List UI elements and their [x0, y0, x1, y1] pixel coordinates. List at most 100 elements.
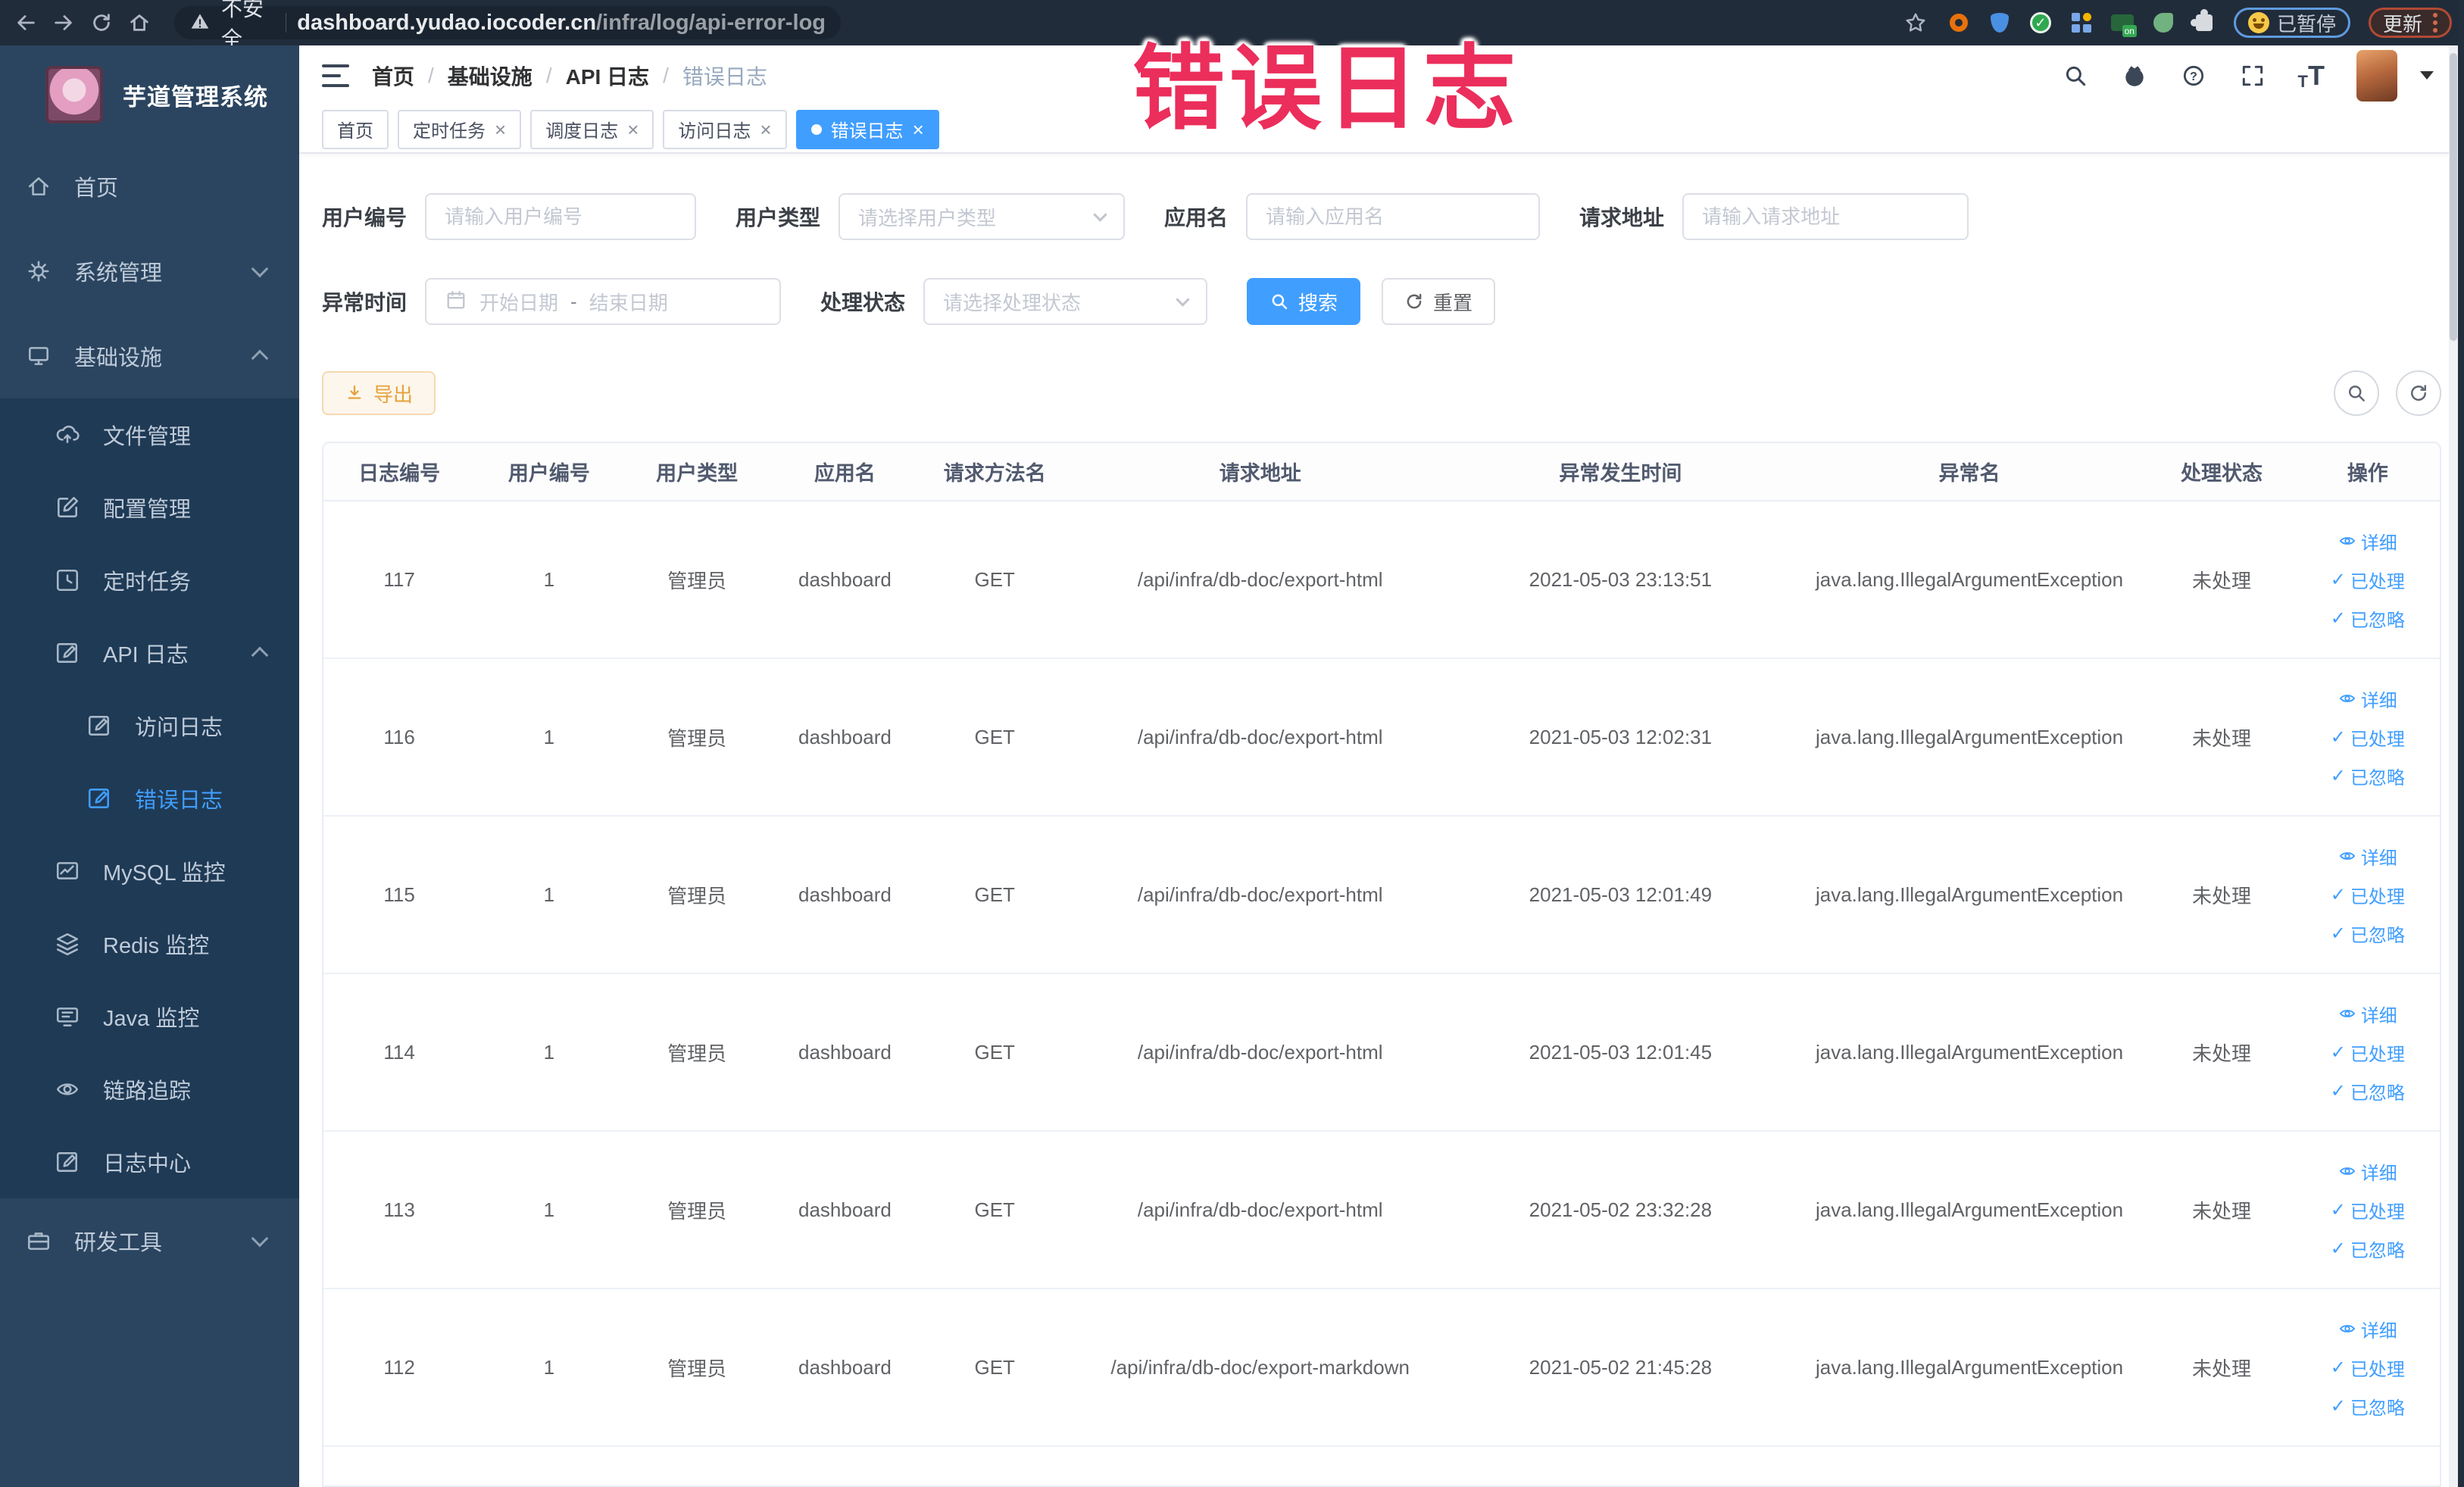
page-scrollbar[interactable] [2449, 45, 2458, 1487]
tab-access-log[interactable]: 访问日志 × [663, 109, 787, 149]
mark-processed-link[interactable]: ✓ 已处理 [2331, 567, 2405, 593]
update-button[interactable]: 更新 [2368, 8, 2452, 38]
user-avatar[interactable] [2356, 49, 2397, 102]
fullscreen-icon[interactable] [2239, 62, 2266, 89]
cell-user-id: 1 [475, 501, 623, 660]
mark-ignored-link[interactable]: ✓ 已忽略 [2331, 1393, 2405, 1420]
table-row[interactable]: 112 1 管理员 dashboard GET /api/infra/db-do… [323, 1289, 2440, 1448]
sidebar-item-job[interactable]: 定时任务 [0, 544, 299, 617]
detail-link[interactable]: 详细 [2338, 1316, 2397, 1342]
close-icon[interactable]: × [913, 120, 924, 139]
cell-app-name: dashboard [770, 973, 920, 1132]
caret-down-icon[interactable] [2420, 71, 2434, 80]
mark-ignored-link[interactable]: ✓ 已忽略 [2331, 763, 2405, 789]
sidebar-item-infra[interactable]: 基础设施 [0, 314, 299, 398]
detail-link[interactable]: 详细 [2338, 686, 2397, 712]
sidebar-item-trace[interactable]: 链路追踪 [0, 1053, 299, 1126]
refresh-button[interactable] [2396, 370, 2441, 417]
extension-green-check-icon[interactable]: ✓ [2029, 11, 2052, 34]
sidebar-item-home[interactable]: 首页 [0, 144, 299, 229]
request-url-input[interactable] [1702, 205, 1950, 229]
sidebar-item-java[interactable]: Java 监控 [0, 980, 299, 1053]
help-icon[interactable]: ? [2180, 62, 2207, 89]
extension-shield-icon[interactable] [1988, 11, 2011, 34]
logo-row[interactable]: 芋道管理系统 [0, 45, 299, 144]
extension-grid-icon[interactable] [2070, 11, 2093, 34]
detail-link[interactable]: 详细 [2338, 1001, 2397, 1027]
font-size-icon[interactable]: TT [2298, 60, 2325, 92]
forward-icon[interactable] [50, 9, 77, 36]
sidebar-item-apilog[interactable]: API 日志 [0, 617, 299, 689]
mark-ignored-link[interactable]: ✓ 已忽略 [2331, 605, 2405, 632]
github-icon[interactable] [2121, 62, 2148, 89]
close-icon[interactable]: × [760, 120, 771, 139]
tab-job[interactable]: 定时任务 × [398, 109, 522, 149]
sidebar-item-mysql[interactable]: MySQL 监控 [0, 835, 299, 908]
table-row[interactable]: 114 1 管理员 dashboard GET /api/infra/db-do… [323, 973, 2440, 1132]
toggle-search-button[interactable] [2334, 370, 2379, 417]
sidebar-item-system[interactable]: 系统管理 [0, 229, 299, 314]
eye-icon [55, 1076, 80, 1102]
collapse-sidebar-icon[interactable] [322, 64, 349, 87]
extension-orange-icon[interactable] [1947, 11, 1970, 34]
sidebar-item-accesslog[interactable]: 访问日志 [0, 689, 299, 762]
user-type-select[interactable]: 请选择用户类型 [839, 193, 1126, 241]
detail-link[interactable]: 详细 [2338, 1158, 2397, 1185]
mark-processed-link[interactable]: ✓ 已处理 [2331, 882, 2405, 908]
browser-menu-icon[interactable] [2433, 13, 2437, 33]
tab-home[interactable]: 首页 [322, 109, 389, 149]
table-row[interactable]: 115 1 管理员 dashboard GET /api/infra/db-do… [323, 816, 2440, 975]
cell-user-type: 管理员 [623, 1131, 771, 1290]
mark-processed-link[interactable]: ✓ 已处理 [2331, 1039, 2405, 1066]
url-text[interactable]: dashboard.yudao.iocoder.cn/infra/log/api… [297, 11, 826, 36]
chevron-down-icon [1093, 208, 1107, 222]
extension-leaf-icon[interactable] [2152, 11, 2175, 34]
extension-switch-on-icon[interactable] [2110, 11, 2137, 37]
mark-ignored-link[interactable]: ✓ 已忽略 [2331, 1078, 2405, 1104]
sidebar-item-errorlog[interactable]: 错误日志 [0, 762, 299, 835]
scrollbar-thumb[interactable] [2450, 53, 2457, 341]
mark-ignored-link[interactable]: ✓ 已忽略 [2331, 920, 2405, 947]
bookmark-star-icon[interactable] [1902, 9, 1929, 36]
cell-time: 2021-05-03 12:01:45 [1450, 973, 1791, 1132]
sidebar-item-config[interactable]: 配置管理 [0, 471, 299, 544]
mark-ignored-link[interactable]: ✓ 已忽略 [2331, 1236, 2405, 1262]
col-actions: 操作 [2295, 443, 2440, 502]
close-icon[interactable]: × [495, 120, 506, 139]
sidebar-item-redis[interactable]: Redis 监控 [0, 908, 299, 980]
app-name-input[interactable] [1266, 205, 1521, 229]
date-range-picker[interactable]: 开始日期 - 结束日期 [425, 278, 782, 326]
mark-processed-link[interactable]: ✓ 已处理 [2331, 1197, 2405, 1223]
sidebar-item-file[interactable]: 文件管理 [0, 398, 299, 471]
table-row[interactable]: 113 1 管理员 dashboard GET /api/infra/db-do… [323, 1131, 2440, 1290]
address-bar[interactable]: 不安全 dashboard.yudao.iocoder.cn/infra/log… [174, 0, 841, 51]
breadcrumb-home[interactable]: 首页 [372, 61, 414, 91]
cell-method: GET [919, 1131, 1071, 1290]
breadcrumb-apilog[interactable]: API 日志 [566, 61, 649, 91]
reload-icon[interactable] [88, 9, 115, 36]
tab-job-log[interactable]: 调度日志 × [530, 109, 654, 149]
cell-log-id: 114 [323, 973, 476, 1132]
back-icon[interactable] [12, 9, 39, 36]
table-row[interactable]: 117 1 管理员 dashboard GET /api/infra/db-do… [323, 501, 2440, 660]
edit-square-icon [55, 1149, 80, 1175]
extensions-puzzle-icon[interactable] [2190, 9, 2216, 34]
mark-processed-link[interactable]: ✓ 已处理 [2331, 1354, 2405, 1381]
paused-badge[interactable]: 已暂停 [2233, 8, 2350, 38]
search-button[interactable]: 搜索 [1247, 278, 1361, 326]
reset-button[interactable]: 重置 [1382, 278, 1496, 326]
close-icon[interactable]: × [627, 120, 639, 139]
table-row[interactable]: 116 1 管理员 dashboard GET /api/infra/db-do… [323, 658, 2440, 817]
search-icon[interactable] [2062, 62, 2089, 89]
breadcrumb-infra[interactable]: 基础设施 [448, 61, 532, 91]
detail-link[interactable]: 详细 [2338, 843, 2397, 870]
sidebar-item-devtools[interactable]: 研发工具 [0, 1198, 299, 1283]
home-icon[interactable] [126, 9, 153, 36]
export-button[interactable]: 导出 [322, 371, 436, 416]
user-id-input[interactable] [445, 205, 677, 229]
process-status-select[interactable]: 请选择处理状态 [923, 278, 1208, 326]
sidebar-item-logcenter[interactable]: 日志中心 [0, 1126, 299, 1198]
mark-processed-link[interactable]: ✓ 已处理 [2331, 724, 2405, 751]
detail-link[interactable]: 详细 [2338, 528, 2397, 555]
tab-error-log[interactable]: 错误日志 × [795, 109, 939, 149]
